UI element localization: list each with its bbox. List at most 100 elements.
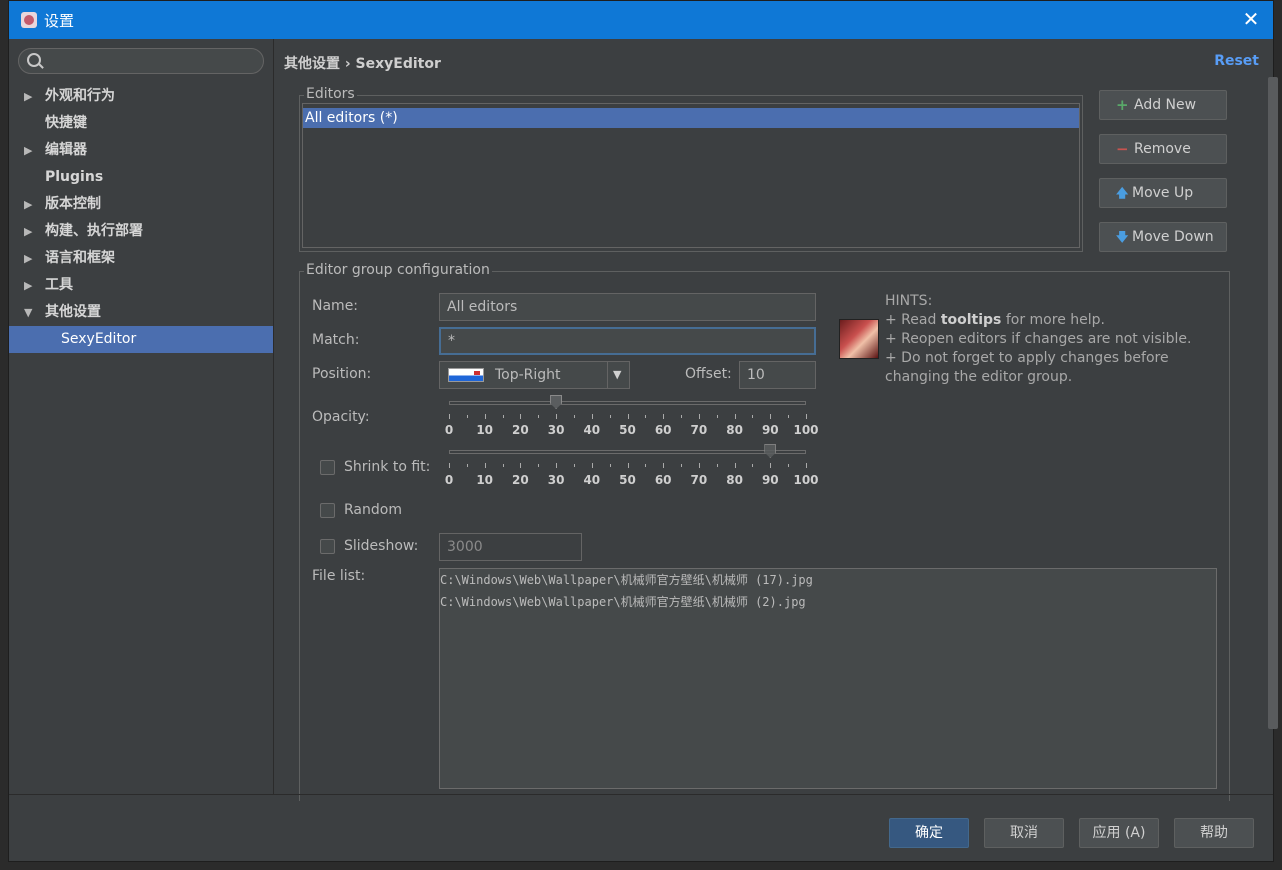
slider-tick — [663, 463, 665, 468]
shrink-ticks — [449, 463, 807, 471]
button-label: Move Up — [1132, 185, 1194, 201]
search-field[interactable] — [18, 48, 264, 74]
sidebar-item-vcs[interactable]: ▶ 版本控制 — [9, 191, 273, 218]
button-label: Remove — [1134, 141, 1191, 157]
sidebar-item-sexyeditor[interactable]: SexyEditor — [9, 326, 273, 353]
name-label: Name: — [312, 298, 359, 314]
move-down-button[interactable]: 🡇 Move Down — [1099, 222, 1227, 252]
app-icon — [21, 12, 37, 28]
slider-tick — [573, 415, 575, 418]
slider-tick-label: 50 — [619, 423, 636, 437]
slideshow-interval-field[interactable]: 3000 — [439, 533, 582, 561]
slider-tick-label: 10 — [476, 423, 494, 437]
list-item[interactable]: C:\Windows\Web\Wallpaper\机械师官方壁纸\机械师 (2)… — [440, 593, 806, 610]
position-select[interactable]: Top-Right ▼ — [439, 361, 630, 389]
select-divider — [607, 362, 608, 388]
slider-tick — [538, 415, 540, 418]
match-label: Match: — [312, 332, 360, 348]
sidebar-item-appearance[interactable]: ▶ 外观和行为 — [9, 83, 273, 110]
slider-tick-label: 80 — [726, 423, 743, 437]
random-label: Random — [344, 502, 402, 518]
slider-tick — [484, 414, 486, 419]
slider-tick-label: 30 — [547, 473, 565, 487]
add-new-button[interactable]: + Add New — [1099, 90, 1227, 120]
sidebar-item-label: 版本控制 — [45, 196, 101, 212]
cancel-button[interactable]: 取消 — [984, 818, 1064, 848]
hint-text-bold: tooltips — [940, 312, 1002, 328]
slider-tick — [681, 464, 683, 467]
slider-tick-label: 70 — [690, 473, 708, 487]
name-field[interactable]: All editors — [439, 293, 816, 321]
title-bar: 设置 ✕ — [9, 1, 1273, 39]
file-list[interactable]: C:\Windows\Web\Wallpaper\机械师官方壁纸\机械师 (17… — [439, 568, 1217, 789]
slider-tick — [538, 464, 540, 467]
slider-tick-label: 0 — [444, 423, 454, 437]
close-button[interactable]: ✕ — [1239, 7, 1263, 31]
sidebar-item-editor[interactable]: ▶ 编辑器 — [9, 137, 273, 164]
sidebar-item-keymap[interactable]: 快捷键 — [9, 110, 273, 137]
shrink-to-fit-checkbox[interactable] — [320, 460, 335, 475]
hint-line: + Read tooltips for more help. — [885, 312, 1105, 328]
group-legend: Editors — [304, 86, 357, 102]
slider-tick — [466, 464, 468, 467]
slider-tick — [806, 463, 807, 468]
settings-sidebar: ▶ 外观和行为 快捷键 ▶ 编辑器 Plugins ▶ 版本控制 ▶ 构建、执行… — [9, 39, 274, 794]
reset-link[interactable]: Reset — [1214, 53, 1259, 69]
scrollbar[interactable] — [1268, 77, 1278, 729]
apply-button[interactable]: 应用 (A) — [1079, 818, 1159, 848]
list-item[interactable]: C:\Windows\Web\Wallpaper\机械师官方壁纸\机械师 (17… — [440, 571, 813, 588]
button-label: Add New — [1134, 97, 1197, 113]
editors-list[interactable]: All editors (*) — [302, 103, 1080, 248]
match-field[interactable]: * — [439, 327, 816, 355]
slider-tick — [788, 464, 790, 467]
slider-tick-label: 100 — [793, 423, 819, 437]
slider-tick-label: 100 — [793, 473, 819, 487]
remove-button[interactable]: − Remove — [1099, 134, 1227, 164]
slider-tick-label: 40 — [583, 423, 601, 437]
sidebar-item-languages[interactable]: ▶ 语言和框架 — [9, 245, 273, 272]
minus-icon: − — [1116, 140, 1129, 158]
sidebar-item-label: 语言和框架 — [45, 250, 115, 266]
shrink-slider-track[interactable] — [449, 450, 806, 454]
collapse-arrow-icon: ▼ — [24, 306, 33, 319]
hint-text: for more help. — [1001, 312, 1105, 328]
expand-arrow-icon: ▶ — [24, 225, 33, 238]
slider-tick — [788, 415, 790, 418]
slider-tick-label: 10 — [476, 473, 494, 487]
settings-dialog: 设置 ✕ ▶ 外观和行为 快捷键 ▶ 编辑器 Plugins ▶ 版本控制 ▶ … — [8, 0, 1278, 862]
sidebar-item-label: 工具 — [45, 277, 73, 293]
random-checkbox[interactable] — [320, 503, 335, 518]
sidebar-item-build[interactable]: ▶ 构建、执行部署 — [9, 218, 273, 245]
opacity-slider-track[interactable] — [449, 401, 806, 405]
sidebar-item-other-settings[interactable]: ▼ 其他设置 — [9, 299, 273, 326]
ok-button[interactable]: 确定 — [889, 818, 969, 848]
slider-tick — [734, 463, 736, 468]
slider-tick — [806, 414, 807, 419]
sidebar-item-label: Plugins — [45, 169, 104, 185]
offset-field[interactable]: 10 — [739, 361, 816, 389]
list-item[interactable]: All editors (*) — [303, 108, 1079, 128]
sidebar-item-plugins[interactable]: Plugins — [9, 164, 273, 191]
slider-tick — [466, 415, 468, 418]
move-up-button[interactable]: 🡅 Move Up — [1099, 178, 1227, 208]
sidebar-item-label: 编辑器 — [45, 142, 87, 158]
help-button[interactable]: 帮助 — [1174, 818, 1254, 848]
window-title: 设置 — [44, 12, 75, 30]
slider-tick — [734, 414, 736, 419]
slider-tick-label: 60 — [654, 423, 672, 437]
slider-tick — [681, 415, 683, 418]
slider-tick — [502, 464, 504, 467]
slider-tick-label: 60 — [654, 473, 672, 487]
slider-tick — [591, 414, 593, 419]
sidebar-item-tools[interactable]: ▶ 工具 — [9, 272, 273, 299]
expand-arrow-icon: ▶ — [24, 144, 33, 157]
slider-tick — [752, 464, 754, 467]
slideshow-checkbox[interactable] — [320, 539, 335, 554]
slider-tick-label: 20 — [512, 473, 529, 487]
shrink-tick-labels: 0 10 20 30 40 50 60 70 80 90 100 — [445, 473, 819, 489]
slider-tick-label: 30 — [547, 423, 565, 437]
slider-tick — [716, 464, 718, 467]
slider-tick — [698, 414, 700, 419]
slider-tick-label: 20 — [512, 423, 529, 437]
slider-tick — [645, 464, 647, 467]
